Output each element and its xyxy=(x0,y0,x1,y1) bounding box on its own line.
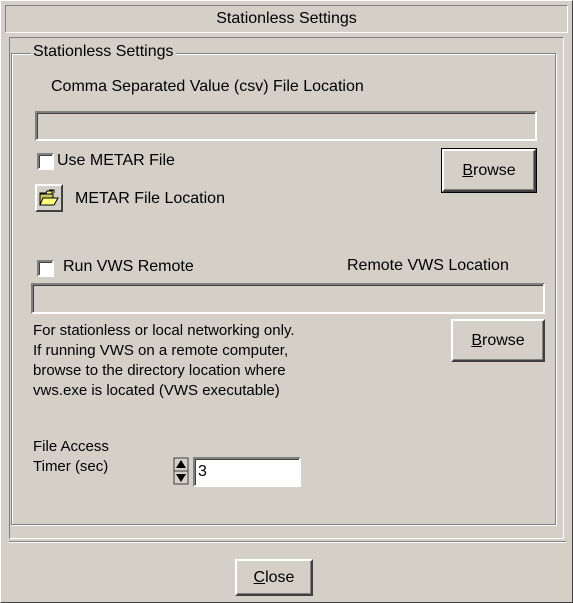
vws-help-line-1: For stationless or local networking only… xyxy=(33,322,295,339)
use-metar-checkbox[interactable] xyxy=(37,153,54,170)
close-rest: lose xyxy=(265,568,295,586)
remote-vws-location-field[interactable] xyxy=(31,283,545,314)
vws-browse-rest: rowse xyxy=(481,331,525,349)
run-vws-remote-checkbox[interactable] xyxy=(37,260,54,277)
close-mnemonic: C xyxy=(253,568,266,586)
metar-browse-rest: rowse xyxy=(472,161,516,179)
folder-open-icon xyxy=(39,189,59,212)
vws-help-line-3: browse to the directory location where xyxy=(33,362,286,379)
vws-browse-button[interactable]: Browse xyxy=(451,319,545,362)
timer-input[interactable] xyxy=(195,459,299,485)
window-title: Stationless Settings xyxy=(5,5,568,33)
settings-window: Stationless Settings Stationless Setting… xyxy=(0,0,573,603)
vws-help-line-4: vws.exe is located (VWS executable) xyxy=(33,382,280,399)
vws-browse-mnemonic: B xyxy=(471,331,482,349)
groupbox-legend: Stationless Settings xyxy=(31,43,176,61)
metar-browse-button[interactable]: Browse xyxy=(441,148,537,193)
close-button[interactable]: Close xyxy=(235,559,313,596)
remote-vws-location-label: Remote VWS Location xyxy=(347,257,509,274)
metar-location-label: METAR File Location xyxy=(75,190,225,207)
footer-divider xyxy=(9,541,566,543)
remote-vws-location-input[interactable] xyxy=(33,285,543,312)
csv-location-input[interactable] xyxy=(37,113,535,139)
metar-browse-mnemonic: B xyxy=(462,161,473,179)
vws-help-line-2: If running VWS on a remote computer, xyxy=(33,342,289,359)
timer-spinner[interactable] xyxy=(173,457,189,485)
csv-location-field[interactable] xyxy=(35,111,537,141)
timer-label-line-2: Timer (sec) xyxy=(33,458,109,475)
use-metar-label: Use METAR File xyxy=(57,152,175,169)
timer-label-line-1: File Access xyxy=(33,438,109,455)
csv-location-label: Comma Separated Value (csv) File Locatio… xyxy=(51,78,364,95)
metar-folder-button[interactable] xyxy=(35,184,63,212)
run-vws-remote-label: Run VWS Remote xyxy=(63,258,194,275)
timer-field[interactable] xyxy=(193,457,301,487)
